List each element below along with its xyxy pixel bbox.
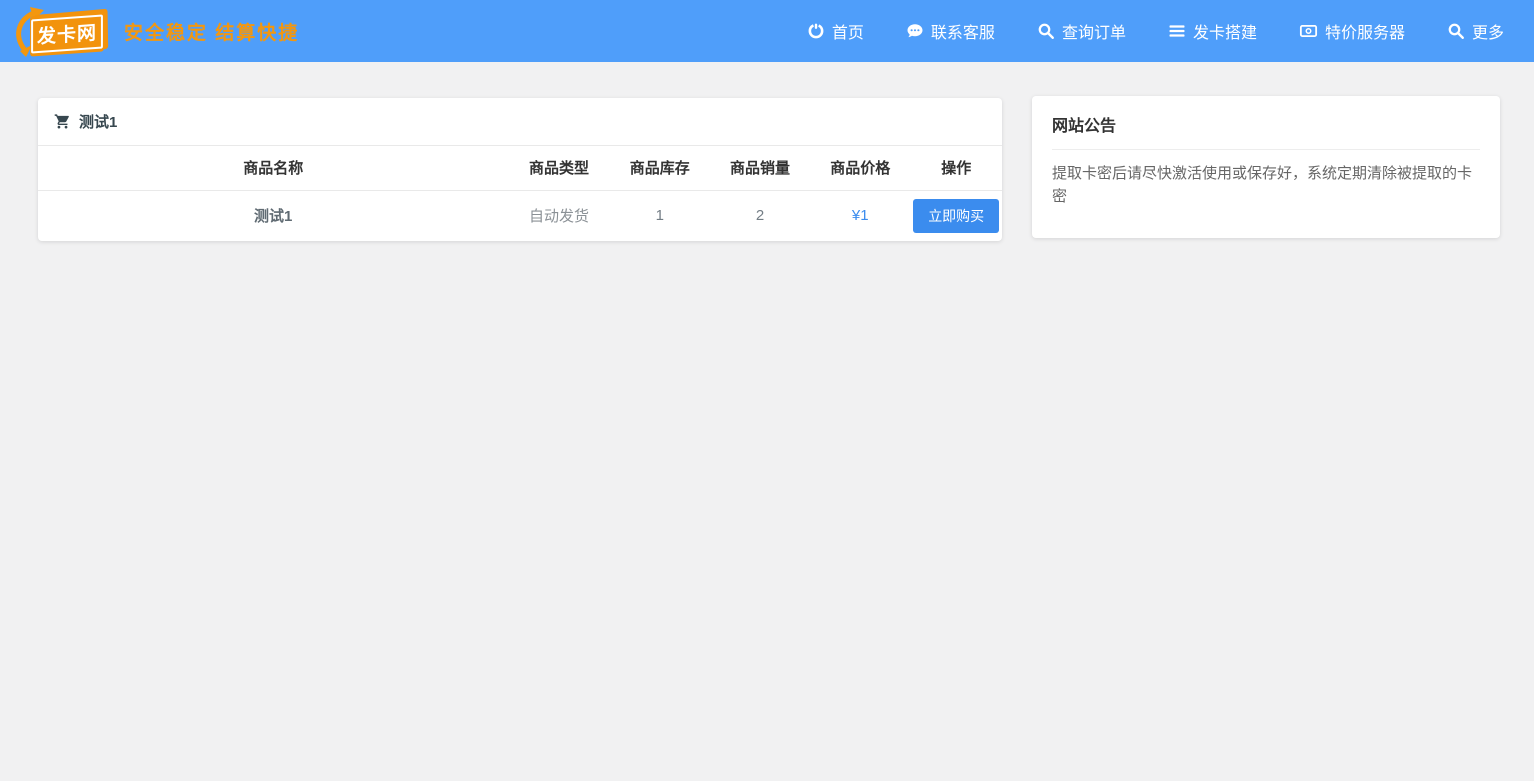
logo-badge: 发卡网 (10, 5, 114, 57)
nav-label: 更多 (1472, 19, 1504, 43)
product-card-header: 测试1 (38, 98, 1002, 146)
brand-tagline: 安全稳定 结算快捷 (124, 18, 299, 45)
nav-item-order-query[interactable]: 查询订单 (1037, 19, 1126, 43)
nav-item-more[interactable]: 更多 (1447, 19, 1504, 43)
product-type: 自动发货 (508, 190, 609, 241)
nav-item-home[interactable]: 首页 (807, 19, 864, 43)
search-icon (1447, 22, 1465, 40)
notice-title: 网站公告 (1052, 112, 1480, 150)
notice-text: 提取卡密后请尽快激活使用或保存好，系统定期清除被提取的卡密 (1052, 163, 1480, 208)
product-sales: 2 (710, 190, 810, 241)
nav-label: 发卡搭建 (1193, 19, 1257, 43)
product-name: 测试1 (38, 190, 508, 241)
nav-label: 查询订单 (1062, 19, 1126, 43)
nav-item-contact-support[interactable]: 联系客服 (906, 19, 995, 43)
col-header-sales: 商品销量 (710, 146, 810, 190)
main-content: 测试1 商品名称 商品类型 商品库存 商品销量 商品价格 操作 测试1 (0, 62, 1534, 241)
col-header-type: 商品类型 (508, 146, 609, 190)
top-navbar: 发卡网 安全稳定 结算快捷 首页 联系 (0, 0, 1534, 62)
col-header-action: 操作 (910, 146, 1002, 190)
col-header-name: 商品名称 (38, 146, 508, 190)
logo-card: 发卡网 (30, 11, 104, 56)
money-icon (1299, 22, 1318, 40)
nav-item-discount-server[interactable]: 特价服务器 (1299, 19, 1405, 43)
col-header-price: 商品价格 (810, 146, 910, 190)
product-stock: 1 (610, 190, 710, 241)
table-row: 测试1 自动发货 1 2 ¥1 立即购买 (38, 190, 1002, 241)
circle-notch-icon (807, 22, 825, 40)
nav-label: 首页 (832, 19, 864, 43)
main-nav: 首页 联系客服 查询订单 (765, 19, 1504, 43)
product-card: 测试1 商品名称 商品类型 商品库存 商品销量 商品价格 操作 测试1 (38, 98, 1002, 241)
brand-name: 发卡网 (31, 14, 103, 53)
list-icon (1168, 22, 1186, 40)
shopping-cart-icon (54, 113, 71, 130)
product-card-title: 测试1 (79, 111, 117, 132)
site-logo[interactable]: 发卡网 安全稳定 结算快捷 (10, 5, 299, 57)
buy-now-button[interactable]: 立即购买 (913, 199, 999, 233)
product-table: 商品名称 商品类型 商品库存 商品销量 商品价格 操作 测试1 自动发货 1 2… (38, 146, 1002, 241)
col-header-stock: 商品库存 (610, 146, 710, 190)
product-price: ¥1 (810, 190, 910, 241)
nav-label: 特价服务器 (1325, 19, 1405, 43)
search-icon (1037, 22, 1055, 40)
nav-item-card-site-build[interactable]: 发卡搭建 (1168, 19, 1257, 43)
nav-label: 联系客服 (931, 19, 995, 43)
comment-icon (906, 22, 924, 40)
table-header-row: 商品名称 商品类型 商品库存 商品销量 商品价格 操作 (38, 146, 1002, 190)
site-notice-card: 网站公告 提取卡密后请尽快激活使用或保存好，系统定期清除被提取的卡密 (1032, 96, 1500, 238)
